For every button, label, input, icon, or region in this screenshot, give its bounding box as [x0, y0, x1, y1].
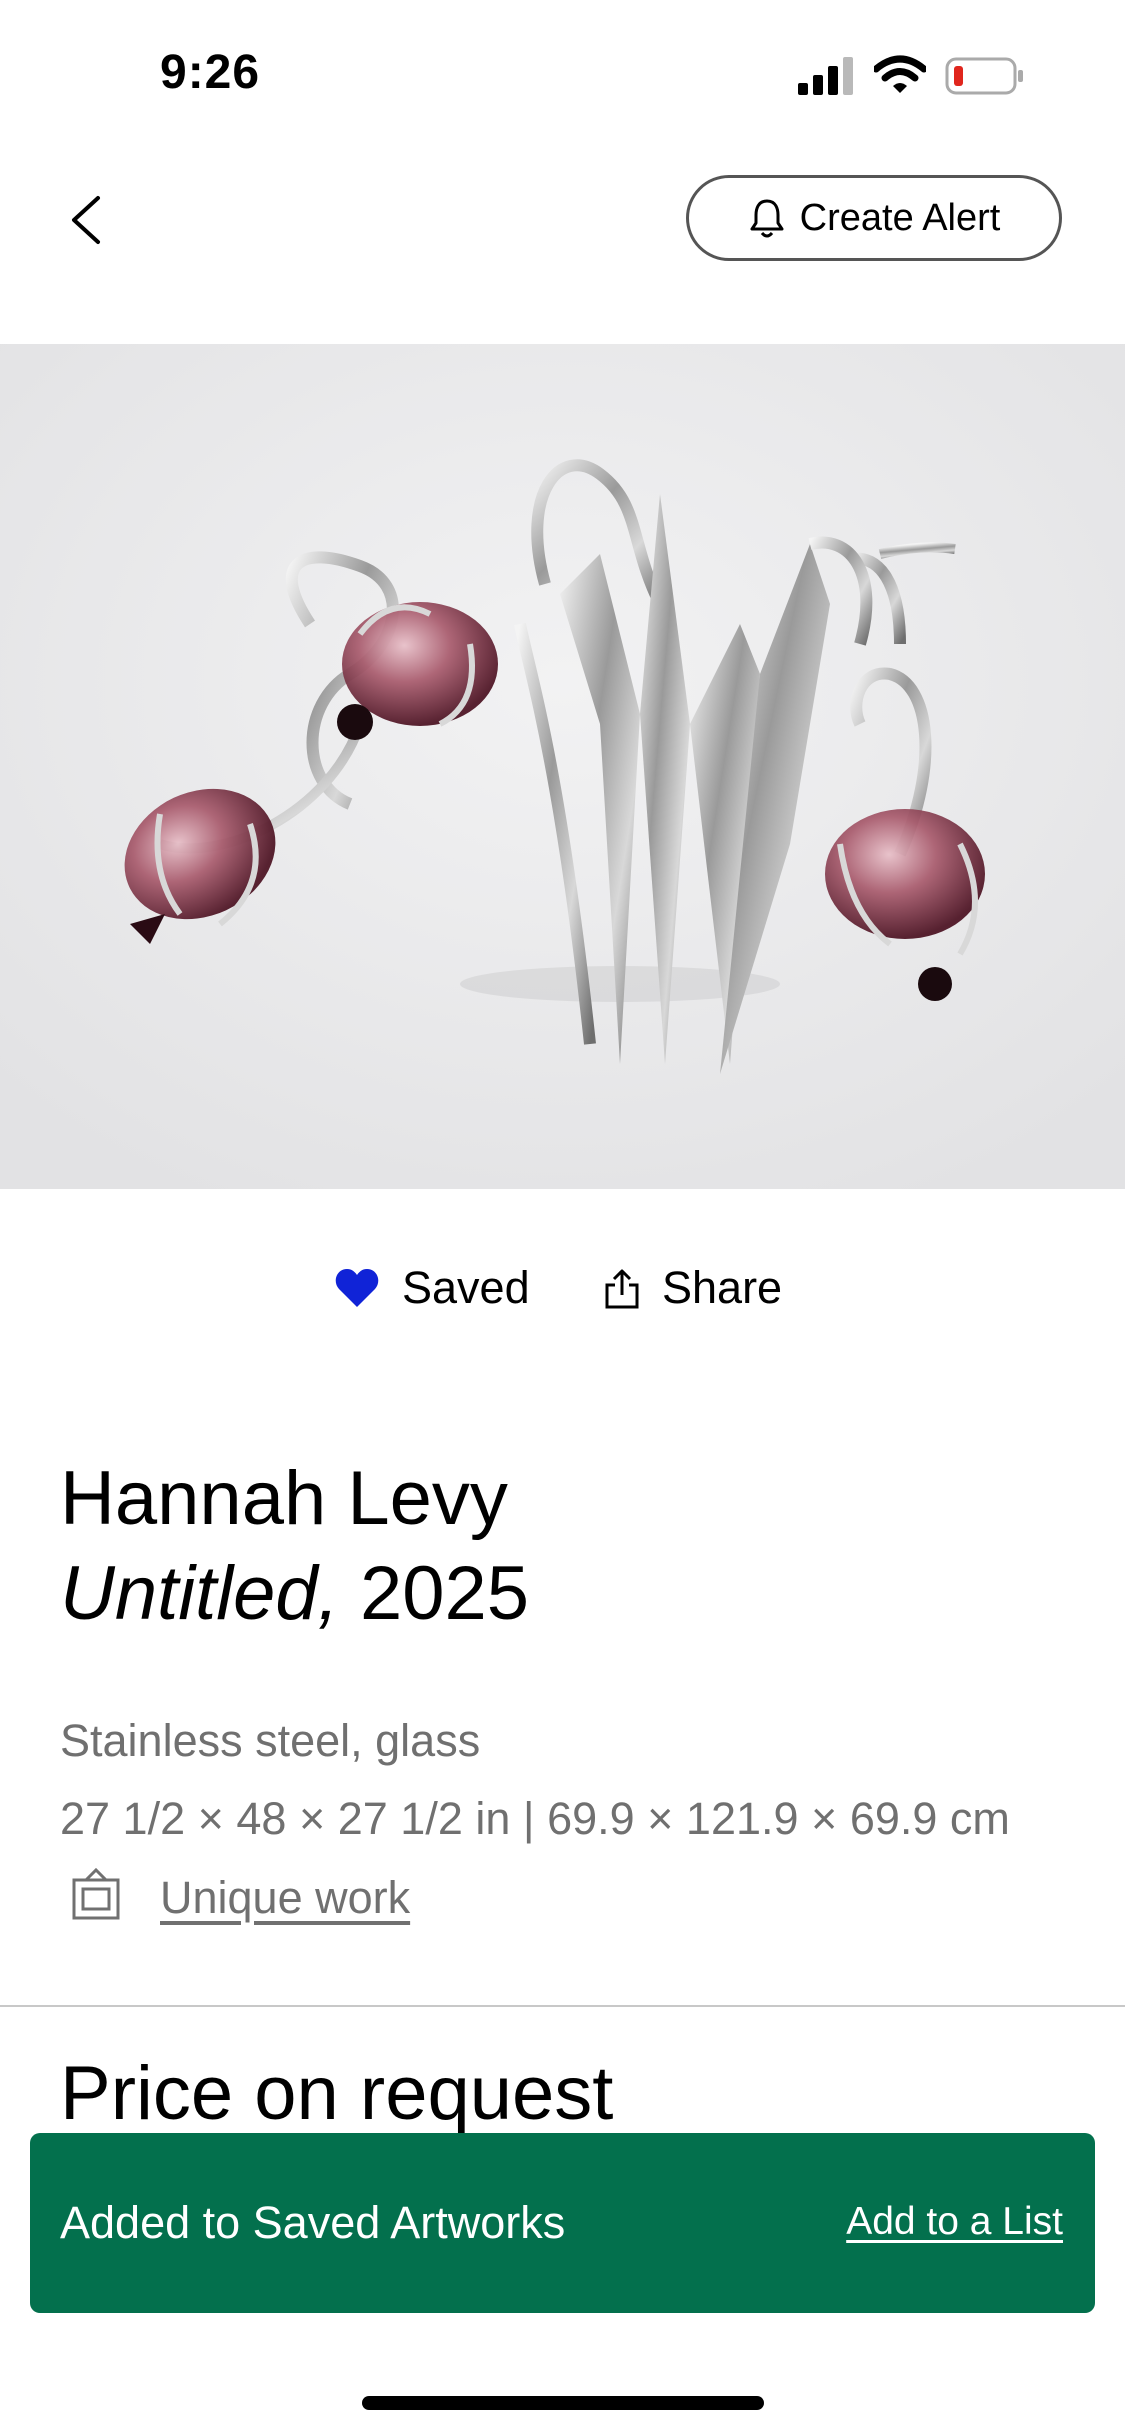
- artwork-image[interactable]: [0, 344, 1125, 1189]
- toast-message: Added to Saved Artworks: [60, 2197, 566, 2248]
- saved-label: Saved: [402, 1262, 530, 1313]
- unique-work-link[interactable]: Unique work: [160, 1872, 410, 1924]
- create-alert-button[interactable]: Create Alert: [686, 175, 1062, 261]
- battery-icon: [945, 57, 1023, 95]
- artist-name[interactable]: Hannah Levy: [60, 1455, 508, 1542]
- divider: [0, 2005, 1125, 2007]
- status-time: 9:26: [160, 46, 261, 99]
- share-icon: [605, 1269, 639, 1309]
- toast-notification: Added to Saved Artworks Add to a List: [30, 2133, 1095, 2313]
- wifi-icon: [874, 55, 926, 93]
- add-to-list-link[interactable]: Add to a List: [846, 2200, 1063, 2244]
- artwork-title-text: Untitled,: [60, 1551, 339, 1636]
- home-indicator: [362, 2396, 764, 2410]
- signal-icon: [798, 57, 853, 95]
- artwork-title: Untitled, 2025: [60, 1550, 529, 1637]
- saved-button[interactable]: Saved: [334, 1262, 530, 1314]
- create-alert-label: Create Alert: [799, 196, 1001, 239]
- artwork-medium: Stainless steel, glass: [60, 1715, 481, 1766]
- bell-icon: [750, 199, 784, 238]
- chevron-left-icon[interactable]: [62, 192, 112, 248]
- share-button[interactable]: Share: [604, 1262, 782, 1314]
- artwork-year: 2025: [359, 1551, 530, 1636]
- price-text: Price on request: [60, 2051, 614, 2136]
- artwork-dimensions: 27 1/2 × 48 × 27 1/2 in | 69.9 × 121.9 ×…: [60, 1793, 1010, 1844]
- heart-icon: [335, 1269, 379, 1307]
- share-label: Share: [662, 1262, 783, 1313]
- frame-icon: [72, 1867, 120, 1920]
